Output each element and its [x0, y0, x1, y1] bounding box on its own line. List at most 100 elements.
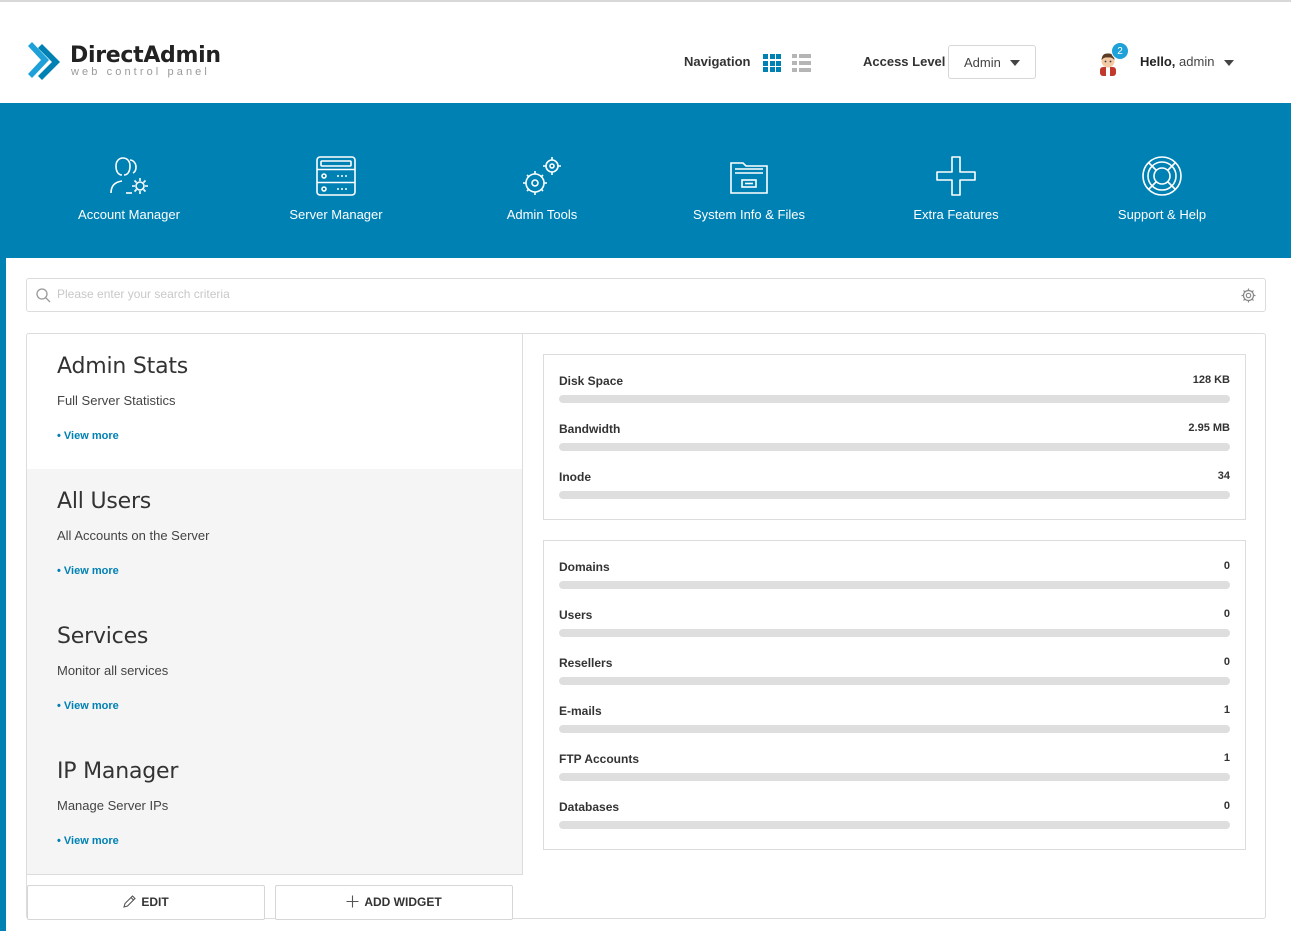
widget-services: Services Monitor all services • View mor…	[27, 604, 522, 740]
progress-bar	[559, 395, 1230, 403]
stat-label: Disk Space	[559, 374, 624, 388]
widget-subtitle: Manage Server IPs	[57, 798, 169, 813]
widget-title: Services	[57, 624, 149, 649]
main-content: Admin Stats Full Server Statistics • Vie…	[6, 258, 1291, 931]
system-info-icon	[730, 162, 768, 194]
nav-label-system-info: System Info & Files	[693, 207, 805, 222]
stat-value: 0	[1223, 800, 1230, 812]
admin-tools-icon	[523, 157, 561, 195]
account-manager-icon	[110, 157, 148, 194]
stat-users: Users 0	[559, 599, 1230, 647]
stat-value: 34	[1217, 470, 1230, 482]
usage-stats-panel: Disk Space 128 KB Bandwidth 2.95 MB Inod…	[543, 354, 1246, 520]
hello-prefix: Hello,	[1140, 54, 1176, 69]
support-help-icon	[1142, 156, 1182, 196]
stat-inode: Inode 34	[559, 461, 1230, 509]
count-stats-panel: Domains 0 Users 0 Resellers 0 E-mails 1 …	[543, 540, 1246, 850]
top-header: DirectAdmin web control panel Navigation…	[0, 0, 1291, 103]
search-icon	[36, 288, 51, 303]
stat-label: Bandwidth	[559, 422, 621, 436]
nav-label-extra-features: Extra Features	[913, 207, 999, 222]
stat-resellers: Resellers 0	[559, 647, 1230, 695]
server-manager-icon	[316, 156, 356, 196]
progress-bar	[559, 491, 1230, 499]
stat-value: 0	[1223, 560, 1230, 572]
progress-bar	[559, 773, 1230, 781]
widget-list: Admin Stats Full Server Statistics • Vie…	[27, 334, 523, 875]
chevron-down-icon	[1010, 60, 1020, 66]
stat-label: FTP Accounts	[559, 752, 640, 766]
stat-value: 2.95 MB	[1188, 422, 1230, 434]
progress-bar	[559, 629, 1230, 637]
progress-bar	[559, 443, 1230, 451]
main-navigation: Account Manager Server Manager Admin Too…	[0, 103, 1291, 258]
gear-icon[interactable]	[1241, 288, 1256, 303]
grid-view-icon[interactable]	[763, 54, 781, 72]
user-menu[interactable]: Hello, admin	[1140, 54, 1214, 69]
stat-label: Databases	[559, 800, 620, 814]
nav-item-extra-features[interactable]: Extra Features	[866, 155, 1046, 222]
widget-title: All Users	[57, 489, 152, 514]
nav-item-system-info[interactable]: System Info & Files	[659, 155, 839, 222]
widget-admin-stats: Admin Stats Full Server Statistics • Vie…	[27, 334, 522, 470]
view-more-link[interactable]: • View more	[57, 565, 492, 577]
stat-emails: E-mails 1	[559, 695, 1230, 743]
access-level-label: Access Level	[863, 54, 946, 69]
widget-title: IP Manager	[57, 759, 179, 784]
extra-features-icon	[936, 156, 976, 196]
search-input[interactable]	[57, 287, 1227, 301]
notification-badge[interactable]: 2	[1111, 42, 1129, 60]
plus-icon	[346, 895, 359, 908]
add-widget-button[interactable]: ADD WIDGET	[275, 885, 513, 920]
stat-disk-space: Disk Space 128 KB	[559, 365, 1230, 413]
nav-item-admin-tools[interactable]: Admin Tools	[452, 155, 632, 222]
access-level-value: Admin	[964, 55, 1001, 70]
user-menu-chevron-icon[interactable]	[1224, 60, 1234, 66]
stat-value: 0	[1223, 656, 1230, 668]
stat-label: Users	[559, 608, 593, 622]
logo-name: DirectAdmin	[70, 43, 221, 68]
widget-subtitle: Full Server Statistics	[57, 393, 176, 408]
username: admin	[1179, 54, 1215, 69]
view-more-link[interactable]: • View more	[57, 835, 492, 847]
progress-bar	[559, 677, 1230, 685]
stat-label: E-mails	[559, 704, 602, 718]
search-bar	[26, 278, 1266, 312]
view-more-link[interactable]: • View more	[57, 700, 492, 712]
stat-value: 128 KB	[1192, 374, 1230, 386]
view-more-link[interactable]: • View more	[57, 430, 492, 442]
dashboard-card: Admin Stats Full Server Statistics • Vie…	[26, 333, 1266, 920]
nav-item-account-manager[interactable]: Account Manager	[39, 155, 219, 222]
stat-label: Domains	[559, 560, 610, 574]
stat-label: Resellers	[559, 656, 613, 670]
nav-item-server-manager[interactable]: Server Manager	[246, 155, 426, 222]
nav-label-account-manager: Account Manager	[78, 207, 180, 222]
nav-item-support-help[interactable]: Support & Help	[1072, 155, 1252, 222]
directadmin-logo-icon	[28, 42, 60, 80]
widget-subtitle: All Accounts on the Server	[57, 528, 210, 543]
widget-ip-manager: IP Manager Manage Server IPs • View more	[27, 739, 522, 875]
progress-bar	[559, 821, 1230, 829]
directadmin-logo[interactable]: DirectAdmin web control panel	[26, 40, 226, 84]
edit-button-label: EDIT	[141, 895, 169, 909]
stat-databases: Databases 0	[559, 791, 1230, 839]
stat-bandwidth: Bandwidth 2.95 MB	[559, 413, 1230, 461]
nav-label-support-help: Support & Help	[1117, 207, 1207, 222]
widget-all-users: All Users All Accounts on the Server • V…	[27, 469, 522, 605]
stat-value: 0	[1223, 608, 1230, 620]
nav-label-server-manager: Server Manager	[289, 207, 383, 222]
navigation-label: Navigation	[684, 54, 751, 69]
list-view-icon[interactable]	[792, 54, 812, 72]
progress-bar	[559, 581, 1230, 589]
edit-button[interactable]: EDIT	[27, 885, 265, 920]
add-widget-button-label: ADD WIDGET	[364, 895, 442, 909]
access-level-select[interactable]: Admin	[948, 45, 1036, 79]
stat-domains: Domains 0	[559, 551, 1230, 599]
stat-ftp-accounts: FTP Accounts 1	[559, 743, 1230, 791]
pencil-icon	[123, 895, 137, 908]
progress-bar	[559, 725, 1230, 733]
widget-subtitle: Monitor all services	[57, 663, 169, 678]
widget-title: Admin Stats	[57, 354, 189, 379]
stat-label: Inode	[559, 470, 591, 484]
stat-value: 1	[1223, 704, 1230, 716]
